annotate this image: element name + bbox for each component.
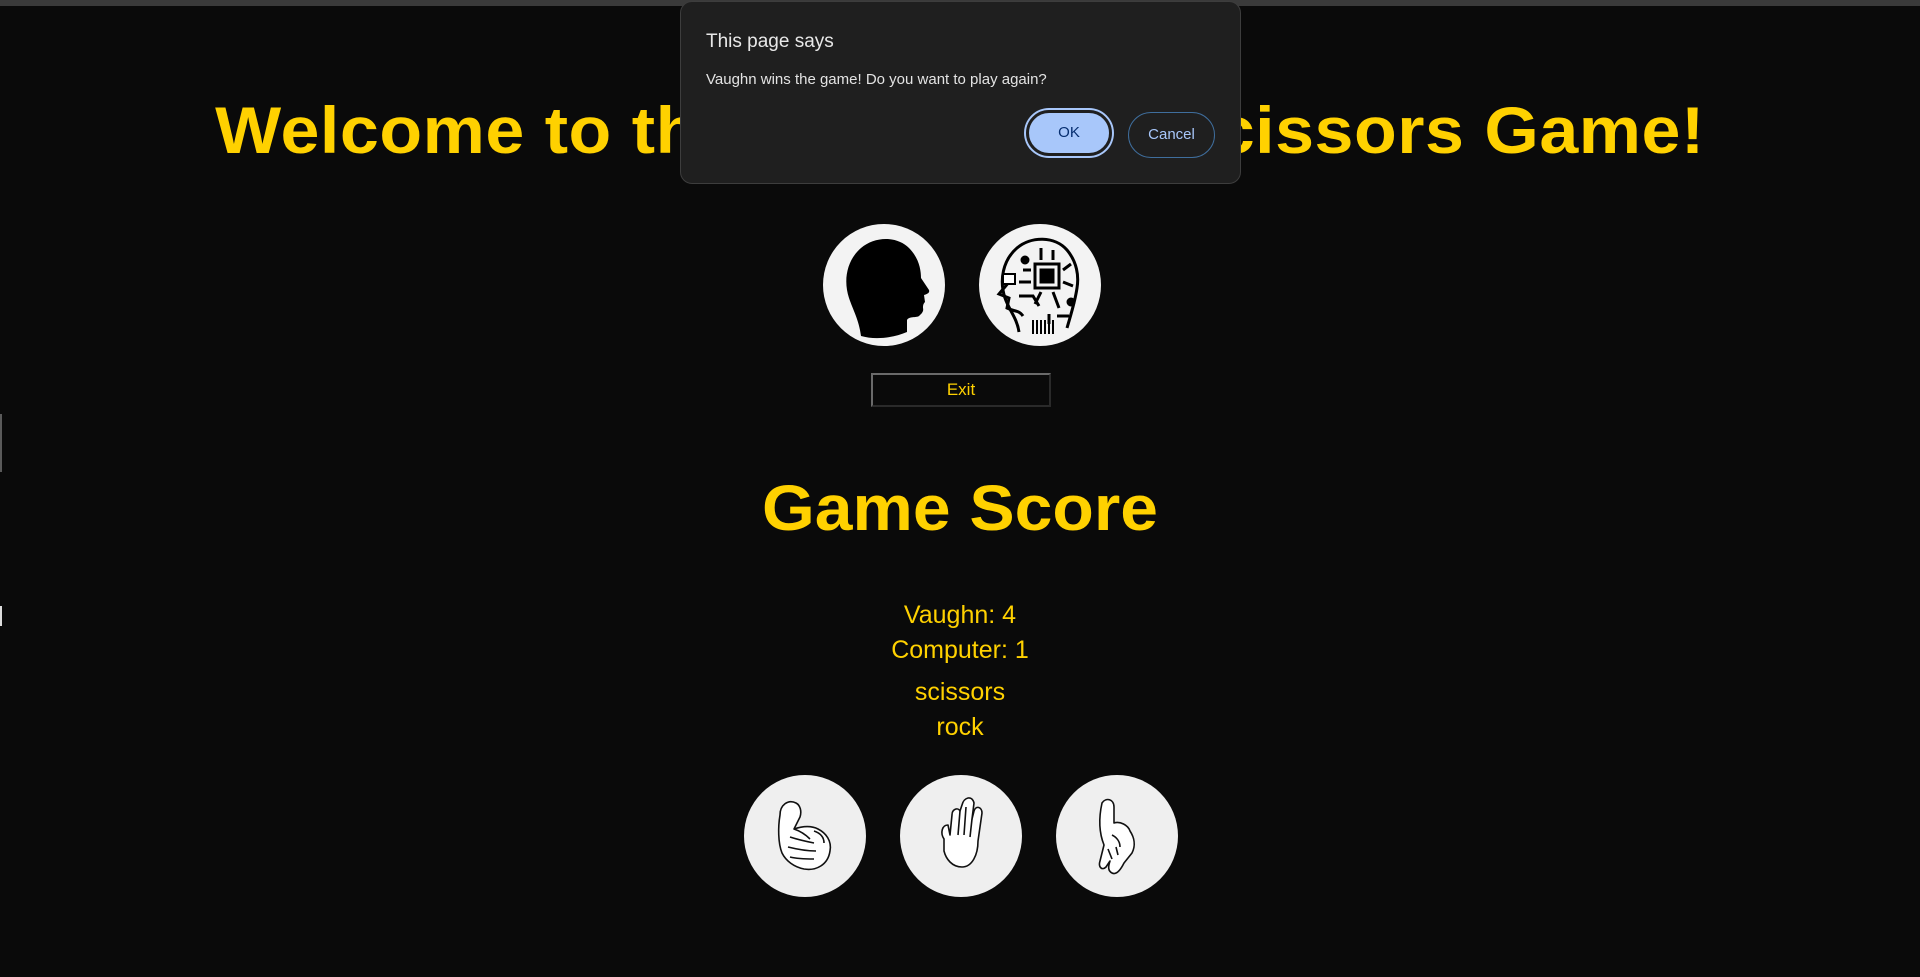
robot-circuit-head-icon <box>996 237 1080 334</box>
player-score: Vaughn: 4 <box>903 601 1017 629</box>
dialog-message: Vaughn wins the game! Do you want to pla… <box>706 71 1047 88</box>
scissors-button[interactable] <box>1056 775 1178 897</box>
human-player-avatar <box>823 224 945 346</box>
exit-button[interactable]: Exit <box>871 373 1051 407</box>
computer-player-avatar <box>979 224 1101 346</box>
paper-button[interactable] <box>900 775 1022 897</box>
cancel-button[interactable]: Cancel <box>1128 112 1215 158</box>
human-head-silhouette-icon <box>846 239 930 339</box>
alert-dialog: This page says Vaughn wins the game! Do … <box>680 1 1241 184</box>
rock-button[interactable] <box>744 775 866 897</box>
computer-score: Computer: 1 <box>891 636 1029 664</box>
fist-hand-icon <box>777 800 832 871</box>
player-choice-text: scissors <box>914 678 1006 706</box>
left-edge-marker <box>0 414 2 472</box>
open-hand-icon <box>941 797 983 868</box>
pointing-hand-icon <box>1098 798 1135 875</box>
dialog-title: This page says <box>706 31 834 52</box>
computer-choice-text: rock <box>936 713 984 741</box>
ok-button[interactable]: OK <box>1026 110 1112 156</box>
score-title: Game Score <box>762 472 1158 544</box>
